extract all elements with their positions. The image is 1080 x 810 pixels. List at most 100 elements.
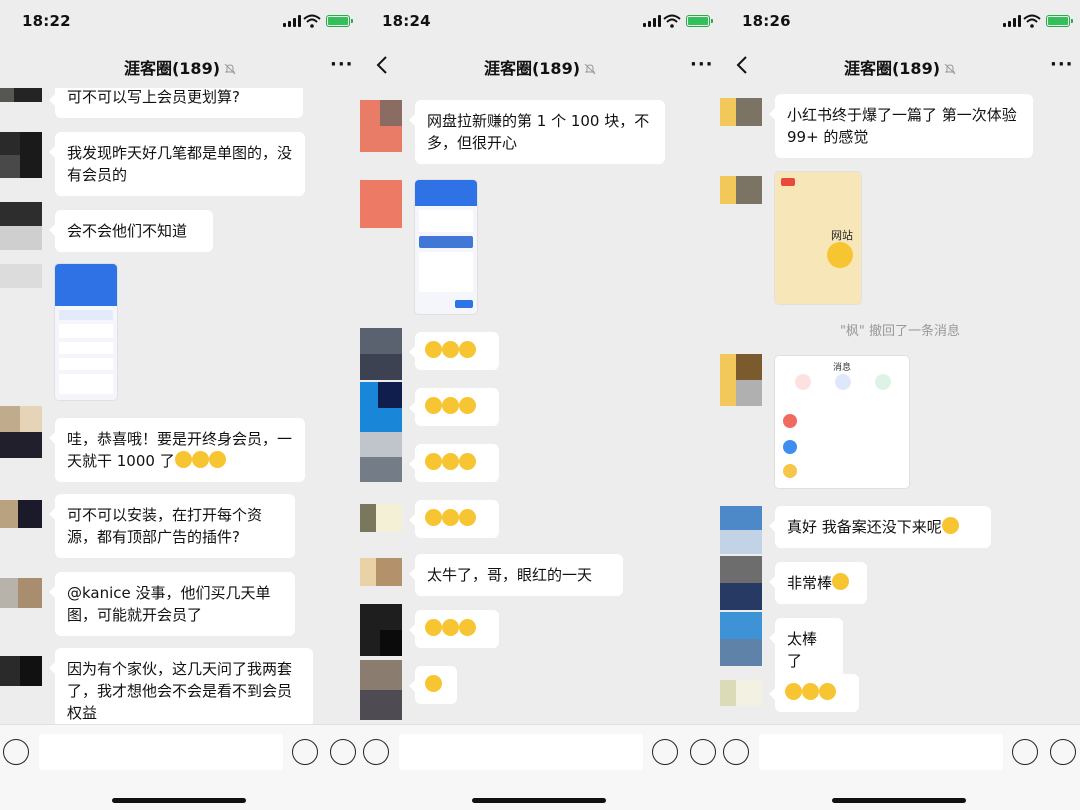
- image-message[interactable]: 消息: [775, 356, 909, 488]
- voice-icon[interactable]: [363, 739, 389, 765]
- avatar[interactable]: [720, 680, 762, 706]
- thumbs-up-icon: [442, 397, 459, 414]
- message-text: 可不可以写上会员更划算?: [67, 88, 240, 106]
- screenshot-header: [55, 264, 117, 306]
- more-icon[interactable]: ···: [1050, 54, 1073, 76]
- avatar[interactable]: [360, 382, 402, 434]
- avatar[interactable]: [360, 100, 402, 152]
- emoji-icon[interactable]: [292, 739, 318, 765]
- avatar[interactable]: [0, 132, 42, 178]
- image-message[interactable]: [415, 180, 477, 314]
- chat-title-text: 涯客圈(189): [123, 59, 221, 78]
- more-icon[interactable]: ···: [330, 54, 353, 76]
- chat-title-text: 涯客圈(189): [843, 59, 941, 78]
- message-input[interactable]: [399, 734, 643, 770]
- thumbs-up-icon: [425, 619, 442, 636]
- thumbs-up-icon: [174, 451, 192, 468]
- bell-mute-icon: [944, 63, 956, 75]
- avatar[interactable]: [0, 406, 42, 458]
- thumbs-bubble[interactable]: [409, 500, 499, 538]
- message-input[interactable]: [39, 734, 283, 770]
- chat-nav: 涯客圈(189) ···: [360, 44, 720, 88]
- avatar[interactable]: [360, 504, 402, 532]
- message-text: 会不会他们不知道: [67, 222, 188, 240]
- thumbs-bubble[interactable]: [409, 610, 499, 648]
- message-text: 小红书终于爆了一篇了 第一次体验 99+ 的感觉: [787, 106, 1017, 146]
- voice-icon[interactable]: [3, 739, 29, 765]
- image-message[interactable]: 网站: [775, 172, 861, 304]
- plus-icon[interactable]: [330, 739, 356, 765]
- thumbs-up-icon: [819, 683, 836, 700]
- screenshot-row: [59, 342, 113, 354]
- avatar[interactable]: [0, 88, 42, 102]
- avatar[interactable]: [360, 604, 402, 656]
- text-bubble[interactable]: 太棒了: [769, 618, 843, 682]
- avatar[interactable]: [360, 660, 402, 720]
- avatar[interactable]: [0, 202, 42, 250]
- text-bubble[interactable]: 真好 我备案还没下来呢: [769, 506, 991, 548]
- text-bubble[interactable]: 我发现昨天好几笔都是单图的，没有会员的: [49, 132, 305, 196]
- home-indicator: [472, 798, 606, 803]
- plus-icon[interactable]: [690, 739, 716, 765]
- bell-mute-icon: [584, 63, 596, 75]
- message-list[interactable]: 网盘拉新赚的第 1 个 100 块，不多，但很开心 太牛了，哥，眼红的一天: [360, 88, 720, 724]
- avatar[interactable]: [360, 180, 402, 228]
- thumbs-up-icon: [442, 509, 459, 526]
- avatar[interactable]: [0, 578, 42, 608]
- battery-icon: [686, 15, 713, 27]
- chat-nav: 涯客圈(189) ···: [0, 44, 360, 88]
- message-input[interactable]: [759, 734, 1003, 770]
- screenshot-row: [59, 374, 113, 394]
- text-bubble[interactable]: 小红书终于爆了一篇了 第一次体验 99+ 的感觉: [769, 94, 1033, 158]
- thumbs-bubble[interactable]: [769, 674, 859, 712]
- text-bubble[interactable]: 太牛了，哥，眼红的一天: [409, 554, 623, 596]
- avatar[interactable]: [720, 556, 762, 610]
- avatar[interactable]: [360, 432, 402, 482]
- thumbs-bubble[interactable]: [409, 388, 499, 426]
- thumbs-up-icon: [425, 397, 442, 414]
- thumbs-bubble[interactable]: [409, 332, 499, 370]
- status-time: 18:22: [22, 12, 71, 30]
- message-list[interactable]: 小红书终于爆了一篇了 第一次体验 99+ 的感觉 网站 "枫" 撤回了一条消息 …: [720, 88, 1080, 724]
- emoji-bubble[interactable]: [409, 666, 457, 704]
- thumbs-up-icon: [208, 451, 226, 468]
- text-bubble[interactable]: @kanice 没事，他们买几天单图，可能就开会员了: [49, 572, 295, 636]
- voice-icon[interactable]: [723, 739, 749, 765]
- text-bubble[interactable]: 网盘拉新赚的第 1 个 100 块，不多，但很开心: [409, 100, 665, 164]
- avatar[interactable]: [0, 500, 42, 528]
- more-icon[interactable]: ···: [690, 54, 713, 76]
- avatar[interactable]: [0, 264, 42, 288]
- home-indicator: [832, 798, 966, 803]
- thumbs-up-icon: [785, 683, 802, 700]
- thumbs-up-icon: [459, 509, 476, 526]
- avatar[interactable]: [720, 176, 762, 204]
- message-text: 我发现昨天好几笔都是单图的，没有会员的: [67, 144, 293, 184]
- avatar[interactable]: [720, 98, 762, 126]
- avatar[interactable]: [720, 612, 762, 666]
- screenshot-header: [415, 180, 477, 206]
- plus-icon[interactable]: [1050, 739, 1076, 765]
- avatar[interactable]: [360, 328, 402, 380]
- status-time: 18:24: [382, 12, 431, 30]
- avatar-icon: [783, 464, 797, 478]
- text-bubble[interactable]: 可不可以写上会员更划算?: [49, 88, 303, 118]
- text-bubble[interactable]: 非常棒: [769, 562, 867, 604]
- thumbs-bubble[interactable]: [409, 444, 499, 482]
- text-bubble[interactable]: 因为有个家伙，这几天问了我两套了，我才想他会不会是看不到会员权益: [49, 648, 313, 724]
- message-list[interactable]: 可不可以写上会员更划算? 我发现昨天好几笔都是单图的，没有会员的 会不会他们不知…: [0, 88, 360, 724]
- avatar[interactable]: [0, 656, 42, 686]
- text-bubble[interactable]: 可不可以安装，在打开每个资源，都有顶部广告的插件?: [49, 494, 295, 558]
- text-bubble[interactable]: 会不会他们不知道: [49, 210, 213, 252]
- avatar[interactable]: [720, 354, 762, 406]
- signal-icon: [1003, 15, 1021, 27]
- emoji-icon[interactable]: [652, 739, 678, 765]
- text-bubble[interactable]: 哇，恭喜哦！要是开终身会员，一天就干 1000 了: [49, 418, 305, 482]
- status-bar: 18:24: [360, 0, 720, 44]
- avatar[interactable]: [720, 506, 762, 554]
- emoji-icon[interactable]: [1012, 739, 1038, 765]
- message-text: 可不可以安装，在打开每个资源，都有顶部广告的插件?: [67, 506, 263, 546]
- avatar[interactable]: [360, 558, 402, 586]
- thumbs-up-icon: [832, 573, 850, 590]
- image-message[interactable]: [55, 264, 117, 400]
- thumbs-up-icon: [442, 619, 459, 636]
